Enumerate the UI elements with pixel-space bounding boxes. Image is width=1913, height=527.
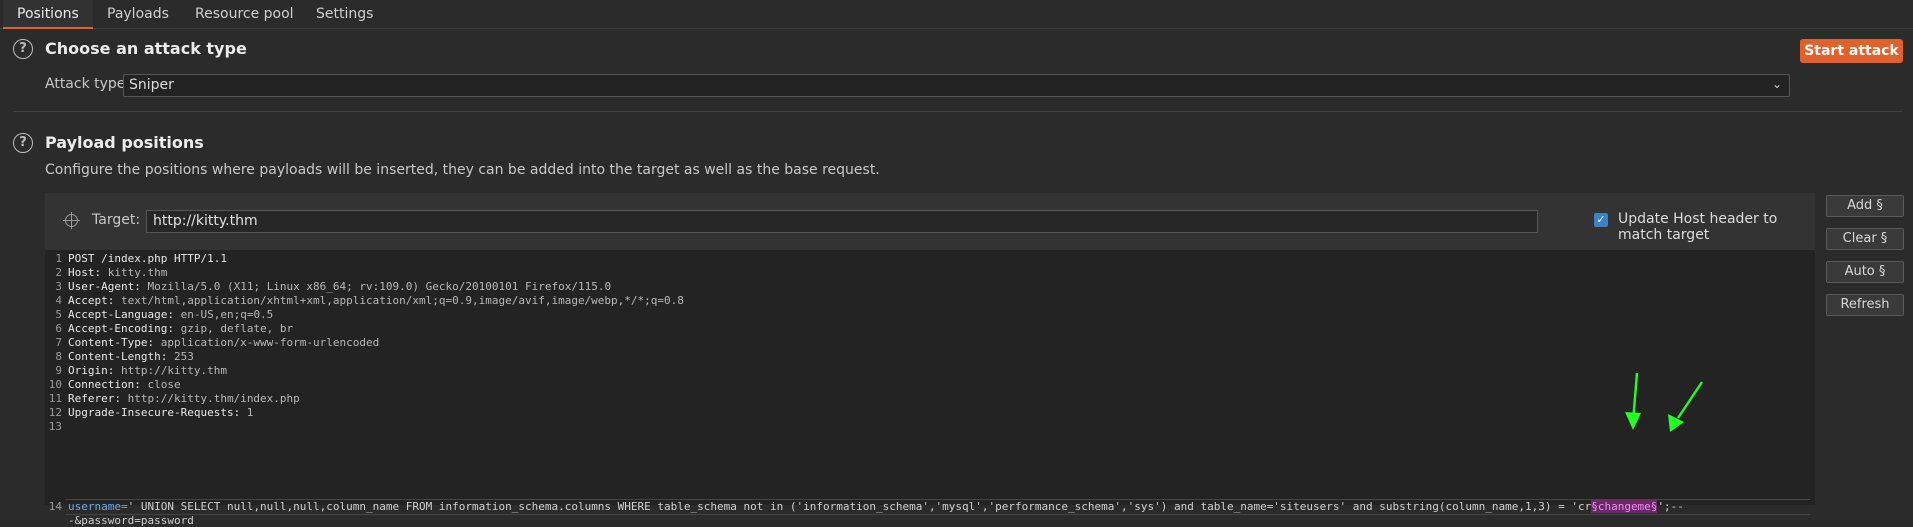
header-line: Accept-Language: en-US,en;q=0.5 [68, 308, 274, 321]
header-line: Host: kitty.thm [68, 266, 168, 279]
line-number: 14 [48, 500, 62, 513]
body-line: username=' UNION SELECT null,null,null,c… [68, 500, 1684, 513]
header-line: Origin: http://kitty.thm [68, 364, 227, 377]
header-line: Referer: http://kitty.thm/index.php [68, 392, 300, 405]
tab-bar: Positions Payloads Resource pool Setting… [0, 0, 1913, 29]
body-key: username= [68, 500, 128, 513]
header-line: Content-Type: application/x-www-form-url… [68, 336, 380, 349]
line-number: 12 [48, 406, 62, 419]
target-row: Target: http://kitty.thm ✓ Update Host h… [45, 193, 1815, 249]
payload-positions-description: Configure the positions where payloads w… [45, 162, 880, 178]
target-label: Target: [92, 212, 141, 228]
help-icon[interactable]: ? [13, 133, 33, 153]
update-host-label: Update Host header to match target [1618, 211, 1778, 243]
section-divider [13, 111, 1903, 112]
refresh-button[interactable]: Refresh [1826, 294, 1904, 316]
line-number: 3 [55, 280, 62, 293]
header-line: Accept: text/html,application/xhtml+xml,… [68, 294, 684, 307]
line-number: 1 [55, 252, 62, 265]
update-host-checkbox[interactable]: ✓ [1594, 213, 1608, 227]
header-line: User-Agent: Mozilla/5.0 (X11; Linux x86_… [68, 280, 612, 293]
request-line: POST /index.php HTTP/1.1 [68, 252, 227, 265]
tab-resource-pool[interactable]: Resource pool [181, 0, 308, 27]
body-payload: ' UNION SELECT null,null,null,column_nam… [127, 500, 1592, 513]
request-editor[interactable]: 1 2 3 4 5 6 7 8 9 10 11 12 13 14 POST /i… [45, 250, 1815, 527]
line-number: 9 [55, 364, 62, 377]
help-icon[interactable]: ? [13, 39, 33, 59]
add-marker-button[interactable]: Add § [1826, 195, 1904, 217]
attack-type-select[interactable]: Sniper ⌄ [123, 74, 1790, 97]
attack-type-value: Sniper [129, 77, 174, 93]
line-number: 11 [48, 392, 62, 405]
line-number: 5 [55, 308, 62, 321]
header-line: Upgrade-Insecure-Requests: 1 [68, 406, 254, 419]
line-number: 10 [48, 378, 62, 391]
tab-positions[interactable]: Positions [3, 0, 93, 29]
body-tail: ';-- [1657, 500, 1684, 513]
crosshair-icon [63, 212, 80, 229]
payload-positions-title: Payload positions [45, 133, 204, 152]
target-input[interactable]: http://kitty.thm [146, 210, 1538, 233]
line-number: 8 [55, 350, 62, 363]
line-number: 7 [55, 336, 62, 349]
arrow-annotation-icon [1625, 372, 1641, 430]
line-number: 6 [55, 322, 62, 335]
header-line: Accept-Encoding: gzip, deflate, br [68, 322, 294, 335]
clear-marker-button[interactable]: Clear § [1826, 228, 1904, 250]
body-line-2: -&password=password [68, 514, 194, 527]
line-number: 4 [55, 294, 62, 307]
line-number: 13 [48, 420, 62, 433]
payload-marker[interactable]: §changeme§ [1591, 500, 1658, 513]
chevron-down-icon: ⌄ [1771, 77, 1782, 91]
line-number: 2 [55, 266, 62, 279]
tab-settings[interactable]: Settings [302, 0, 387, 27]
tab-payloads[interactable]: Payloads [93, 0, 183, 27]
header-line: Content-Length: 253 [68, 350, 194, 363]
attack-type-label: Attack type: [45, 76, 131, 92]
header-line: Connection: close [68, 378, 181, 391]
request-panel: Target: http://kitty.thm ✓ Update Host h… [45, 193, 1815, 527]
attack-type-title: Choose an attack type [45, 39, 247, 58]
start-attack-button[interactable]: Start attack [1800, 39, 1903, 63]
auto-marker-button[interactable]: Auto § [1826, 261, 1904, 283]
arrow-annotation-icon [1668, 381, 1703, 432]
